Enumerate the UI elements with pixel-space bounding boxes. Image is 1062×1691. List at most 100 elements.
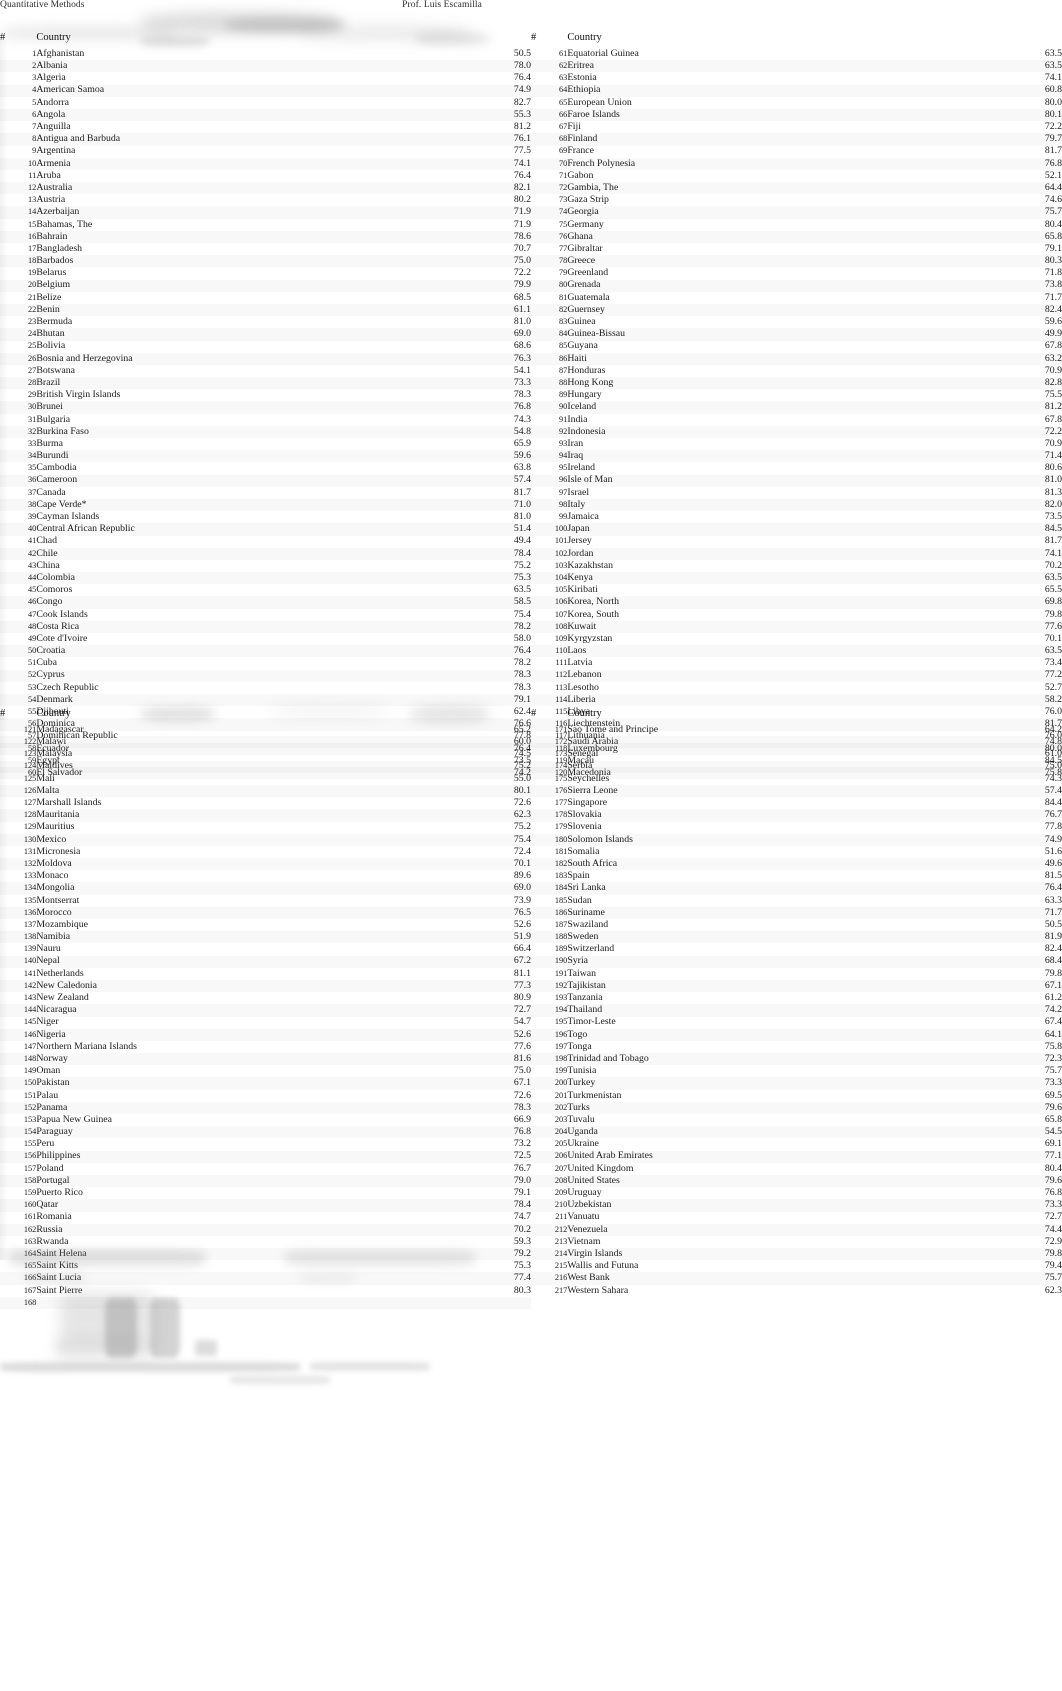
- country-name: Swaziland: [567, 918, 609, 930]
- country-value: 82.8: [900, 377, 1062, 389]
- country-name: Syria: [567, 956, 900, 968]
- country-value: 81.0: [513, 316, 531, 328]
- country-name: Malawi: [36, 736, 369, 748]
- country-name: Saint Kitts: [36, 1260, 78, 1272]
- country-value: 72.2: [900, 426, 1062, 438]
- country-name: Kazakhstan: [567, 559, 614, 571]
- table-row: 13 Austria 80.2: [0, 194, 531, 206]
- country-value: 77.3: [369, 980, 531, 992]
- table-row: 38 Cape Verde* 71.0: [0, 499, 531, 511]
- country-value: 66.9: [513, 1113, 531, 1125]
- country-name: Hungary: [567, 389, 602, 401]
- country-name: United States: [567, 1175, 900, 1187]
- country-value: 76.4: [900, 882, 1062, 894]
- country-name: Slovenia: [567, 821, 602, 833]
- country-name: Gabon: [567, 169, 594, 181]
- table-row: 111 Latvia 73.4: [531, 657, 1062, 669]
- country-name: Greece: [567, 255, 900, 267]
- country-name: Denmark: [36, 694, 369, 706]
- row-number: 179: [554, 822, 568, 832]
- country-name: Guinea-Bissau: [567, 328, 900, 340]
- row-number: 186: [531, 907, 567, 919]
- table-row: 71 Gabon 52.1: [531, 170, 1062, 182]
- table-row: 163 Rwanda 59.3: [0, 1236, 531, 1248]
- row-number: 19: [28, 268, 37, 278]
- country-value: 75.3: [513, 1260, 531, 1272]
- table-row: 83 Guinea 59.6: [531, 316, 1062, 328]
- country-value: 50.5: [1044, 918, 1062, 930]
- row-number: 162: [0, 1224, 36, 1236]
- row-number: 48: [0, 621, 36, 633]
- table-row: 30 Brunei 76.8: [0, 401, 531, 413]
- table-row: 107 Korea, South 79.8: [531, 609, 1062, 621]
- table-row: 77 Gibraltar 79.1: [531, 243, 1062, 255]
- country-name: Gambia, The: [567, 182, 900, 194]
- row-number: 16: [0, 231, 36, 243]
- row-number: 156: [0, 1151, 36, 1163]
- country-name: Qatar: [36, 1199, 369, 1211]
- table-row: 36 Cameroon 57.4: [0, 475, 531, 487]
- table-row: 15 Bahamas, The 71.9: [0, 219, 531, 231]
- table-row: 9 Argentina 77.5: [0, 146, 531, 158]
- column-header-number: #: [0, 32, 6, 43]
- table-row: 66 Faroe Islands 80.1: [531, 109, 1062, 121]
- table-row: 138 Namibia 51.9: [0, 931, 531, 943]
- table-row: 208 United States 79.6: [531, 1175, 1062, 1187]
- country-value: 70.2: [369, 1224, 531, 1236]
- country-name: Pakistan: [36, 1077, 369, 1089]
- country-name: Isle of Man: [567, 475, 900, 487]
- country-value: 78.3: [513, 681, 531, 693]
- row-number: 69: [559, 146, 568, 156]
- country-value: 52.6: [513, 918, 531, 930]
- row-number: 112: [531, 670, 567, 682]
- table-row: 123 Malaysia 74.5: [0, 748, 531, 760]
- table-row: 10 Armenia 74.1: [0, 158, 531, 170]
- country-name: Iraq: [567, 450, 900, 462]
- table-row: 164 Saint Helena 79.2: [0, 1248, 531, 1260]
- row-number: 215: [554, 1261, 568, 1271]
- row-number: 37: [28, 487, 37, 497]
- row-number: 107: [554, 609, 568, 619]
- country-value: 54.7: [513, 1016, 531, 1028]
- country-name: Rwanda: [36, 1235, 69, 1247]
- row-number: 61: [559, 48, 568, 58]
- row-number: 88: [531, 377, 567, 389]
- country-name: Georgia: [567, 206, 900, 218]
- row-number: 66: [531, 109, 567, 121]
- country-name: Papua New Guinea: [36, 1113, 112, 1125]
- country-value: 82.4: [900, 304, 1062, 316]
- country-name: Haiti: [567, 353, 900, 365]
- table-row: 201 Turkmenistan 69.5: [531, 1090, 1062, 1102]
- table-row: 214 Virgin Islands 79.8: [531, 1248, 1062, 1260]
- country-name: Mozambique: [36, 918, 89, 930]
- row-number: 14: [0, 206, 36, 218]
- country-value: 81.0: [900, 475, 1062, 487]
- country-name: Timor-Leste: [567, 1016, 616, 1028]
- table-row: 177 Singapore 84.4: [531, 797, 1062, 809]
- country-value: 70.1: [369, 858, 531, 870]
- country-name: Germany: [567, 218, 604, 230]
- row-number: 203: [554, 1114, 568, 1124]
- country-name: Kuwait: [567, 621, 900, 633]
- country-value: 52.7: [1044, 681, 1062, 693]
- table-row: 181 Somalia 51.6: [531, 846, 1062, 858]
- row-number: 73: [559, 195, 568, 205]
- row-number: 51: [28, 658, 37, 668]
- column-header-country: Country: [36, 32, 71, 43]
- country-name: Canada: [36, 486, 66, 498]
- table-row: 192 Tajikistan 67.1: [531, 980, 1062, 992]
- table-row: 204 Uganda 54.5: [531, 1126, 1062, 1138]
- country-name: Taiwan: [567, 967, 597, 979]
- country-name: Cuba: [36, 657, 58, 669]
- table-row: 155 Peru 73.2: [0, 1138, 531, 1150]
- country-table: # Country 121 Madagascar 65.2 122 Malawi 60.0…: [0, 708, 531, 1309]
- table-header-row: # Country: [0, 708, 531, 724]
- table-row: 104 Kenya 63.5: [531, 572, 1062, 584]
- table-row: 37 Canada 81.7: [0, 487, 531, 499]
- country-value: 54.5: [900, 1126, 1062, 1138]
- country-name: Argentina: [36, 145, 76, 157]
- country-value: 73.4: [1044, 657, 1062, 669]
- row-number: 181: [554, 846, 568, 856]
- table-row: 158 Portugal 79.0: [0, 1175, 531, 1187]
- country-value: 74.3: [1044, 772, 1062, 784]
